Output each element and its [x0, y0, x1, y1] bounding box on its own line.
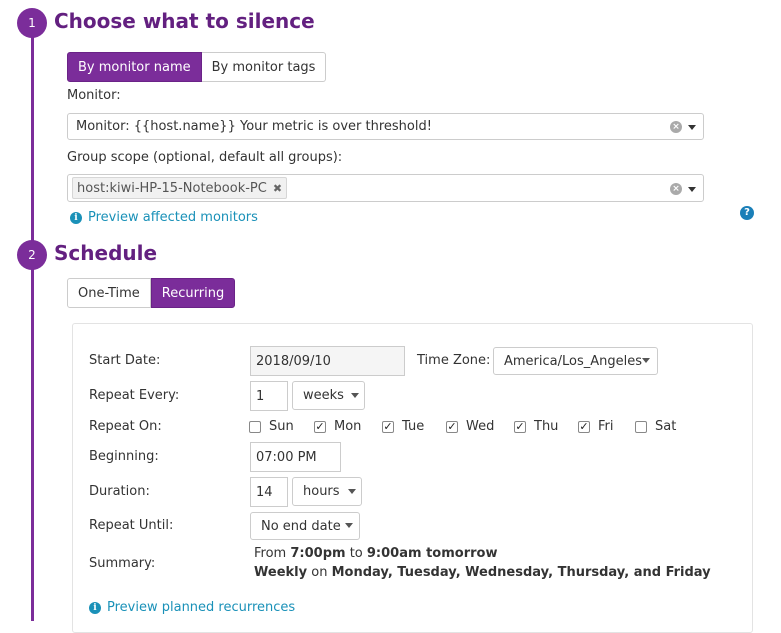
repeat-until-value: No end date — [261, 518, 341, 534]
monitor-select[interactable]: Monitor: {{host.name}} Your metric is ov… — [67, 113, 704, 140]
checkbox[interactable] — [635, 420, 647, 433]
tab-recurring[interactable]: Recurring — [150, 278, 236, 308]
day-label: Sun — [269, 419, 294, 434]
chevron-down-icon[interactable] — [688, 187, 696, 192]
day-label: Thu — [534, 419, 559, 434]
silence-mode-tabs: By monitor name By monitor tags — [67, 52, 327, 82]
day-checkbox-thu[interactable]: ✓ Thu — [514, 419, 558, 434]
start-date-input[interactable]: 2018/09/10 — [250, 346, 405, 376]
preview-planned-recurrences-text: Preview planned recurrences — [107, 600, 296, 615]
beginning-label: Beginning: — [89, 449, 159, 464]
day-checkbox-mon[interactable]: ✓ Mon — [314, 419, 361, 434]
chevron-down-icon — [642, 358, 650, 363]
time-zone-select[interactable]: America/Los_Angeles — [493, 347, 658, 375]
summary-on-word: on — [311, 565, 328, 580]
group-scope-tag: host:kiwi-HP-15-Notebook-PC ✖ — [72, 177, 288, 199]
day-label: Sat — [655, 419, 677, 434]
day-label: Mon — [334, 419, 362, 434]
duration-label: Duration: — [89, 484, 150, 499]
monitor-select-value: Monitor: {{host.name}} Your metric is ov… — [76, 119, 432, 134]
preview-affected-monitors-link[interactable]: i Preview affected monitors — [70, 210, 258, 225]
summary-to-time: 9:00am tomorrow — [366, 546, 498, 561]
day-checkbox-wed[interactable]: ✓ Wed — [446, 419, 494, 434]
day-label: Tue — [402, 419, 425, 434]
day-checkbox-sun[interactable]: Sun — [249, 419, 294, 434]
summary-days: Monday, Tuesday, Wednesday, Thursday, an… — [331, 565, 711, 580]
group-scope-select[interactable]: host:kiwi-HP-15-Notebook-PC ✖ × — [67, 174, 704, 202]
repeat-every-input[interactable]: 1 — [250, 381, 288, 411]
schedule-mode-tabs: One-Time Recurring — [67, 278, 236, 308]
remove-tag-icon[interactable]: ✖ — [273, 182, 282, 195]
chevron-down-icon — [348, 489, 356, 494]
tab-by-monitor-name[interactable]: By monitor name — [67, 52, 202, 82]
summary-line-2: Weekly on Monday, Tuesday, Wednesday, Th… — [254, 563, 711, 582]
repeat-every-unit-value: weeks — [303, 388, 344, 403]
summary-from-time: 7:00pm — [290, 546, 346, 561]
step-rail — [31, 20, 34, 621]
day-label: Fri — [598, 419, 614, 434]
clear-icon[interactable]: × — [670, 121, 682, 133]
info-icon: i — [89, 601, 101, 614]
day-checkbox-fri[interactable]: ✓ Fri — [578, 419, 614, 434]
checkbox[interactable]: ✓ — [446, 420, 458, 433]
summary-line-1: From 7:00pm to 9:00am tomorrow — [254, 544, 711, 563]
duration-input[interactable]: 14 — [250, 477, 288, 507]
chevron-down-icon — [345, 523, 353, 528]
summary-frequency: Weekly — [254, 565, 308, 580]
clear-icon[interactable]: × — [670, 183, 682, 195]
repeat-every-unit-select[interactable]: weeks — [292, 381, 365, 410]
tab-by-monitor-tags[interactable]: By monitor tags — [201, 52, 327, 82]
preview-planned-recurrences-link[interactable]: i Preview planned recurrences — [89, 600, 295, 615]
summary-from-word: From — [254, 546, 287, 561]
info-icon: i — [70, 211, 82, 224]
checkbox[interactable]: ✓ — [314, 420, 326, 433]
repeat-every-label: Repeat Every: — [89, 388, 180, 403]
beginning-time-input[interactable]: 07:00 PM — [250, 442, 341, 472]
checkbox[interactable]: ✓ — [514, 420, 526, 433]
start-date-label: Start Date: — [89, 353, 161, 368]
summary-text: From 7:00pm to 9:00am tomorrow Weekly on… — [254, 544, 711, 582]
repeat-until-select[interactable]: No end date — [250, 512, 360, 540]
monitor-label: Monitor: — [67, 88, 121, 103]
group-scope-tag-label: host:kiwi-HP-15-Notebook-PC — [77, 180, 267, 196]
time-zone-value: America/Los_Angeles — [504, 353, 643, 369]
day-label: Wed — [466, 419, 495, 434]
summary-label: Summary: — [89, 556, 156, 571]
day-checkbox-sat[interactable]: Sat — [635, 419, 676, 434]
time-zone-label: Time Zone: — [417, 353, 491, 368]
preview-affected-monitors-text: Preview affected monitors — [88, 210, 258, 225]
chevron-down-icon[interactable] — [688, 125, 696, 130]
checkbox[interactable]: ✓ — [578, 420, 590, 433]
duration-unit-select[interactable]: hours — [292, 477, 362, 506]
repeat-on-label: Repeat On: — [89, 419, 162, 434]
help-icon[interactable]: ? — [740, 206, 754, 220]
chevron-down-icon — [351, 393, 359, 398]
step-2-title: Schedule — [54, 241, 158, 265]
checkbox[interactable] — [249, 420, 261, 433]
step-1-number: 1 — [17, 8, 47, 38]
tab-one-time[interactable]: One-Time — [67, 278, 151, 308]
step-2-number: 2 — [17, 240, 47, 270]
group-scope-label: Group scope (optional, default all group… — [67, 150, 343, 165]
step-1-title: Choose what to silence — [54, 9, 315, 33]
repeat-until-label: Repeat Until: — [89, 518, 174, 533]
duration-unit-value: hours — [303, 484, 340, 499]
day-checkbox-tue[interactable]: ✓ Tue — [382, 419, 424, 434]
checkbox[interactable]: ✓ — [382, 420, 394, 433]
summary-to-word: to — [349, 546, 363, 561]
